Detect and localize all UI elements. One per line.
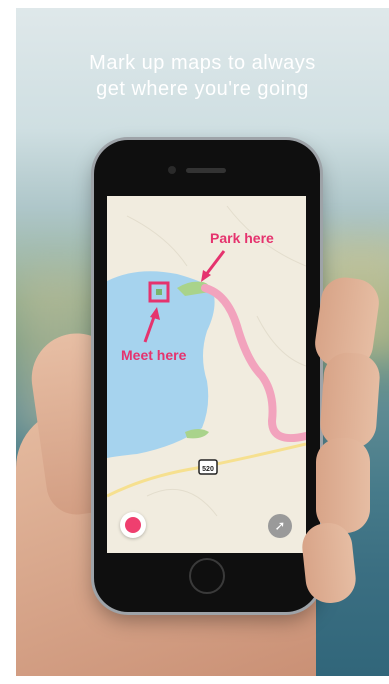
route-line [201, 284, 306, 443]
record-button[interactable] [120, 512, 146, 538]
park-arrow [203, 250, 226, 277]
hand-finger-ring [316, 438, 370, 533]
app-store-screenshot: Mark up maps to always get where you're … [16, 8, 389, 676]
iphone-device: 520 Park here Meet here ➚ [94, 140, 320, 612]
park-here-label[interactable]: Park here [210, 230, 274, 246]
earpiece-speaker [186, 168, 226, 173]
meet-here-label[interactable]: Meet here [121, 347, 186, 363]
compass-button[interactable]: ➚ [268, 514, 292, 538]
map-canvas[interactable]: 520 [107, 196, 306, 553]
headline: Mark up maps to always get where you're … [16, 50, 389, 102]
headline-line-2: get where you're going [96, 78, 309, 100]
front-camera [168, 166, 176, 174]
map-screen[interactable]: 520 Park here Meet here ➚ [107, 196, 306, 553]
home-button[interactable] [189, 558, 225, 594]
hand-finger-middle [318, 351, 382, 450]
compass-icon: ➚ [274, 518, 286, 533]
headline-line-1: Mark up maps to always [89, 52, 316, 74]
highway-shield-number: 520 [202, 466, 214, 473]
